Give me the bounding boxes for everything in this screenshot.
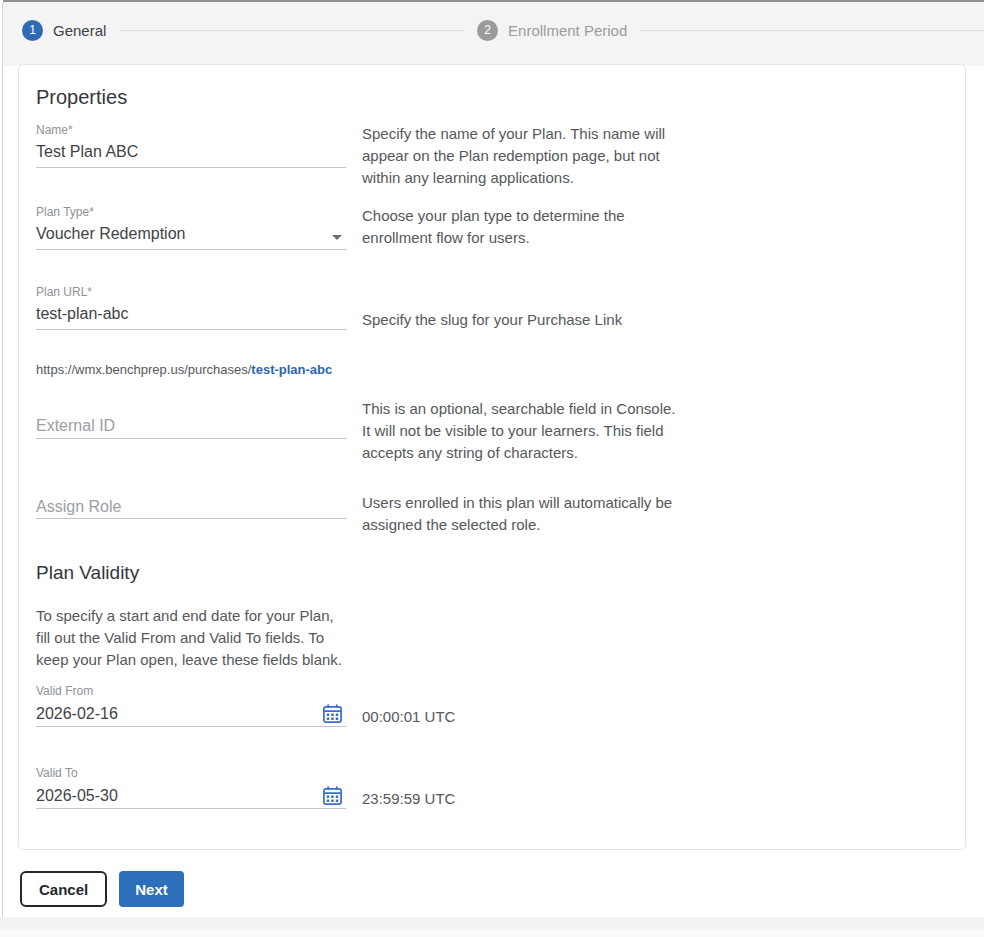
left-border <box>2 2 3 917</box>
stepper-connector <box>120 30 463 31</box>
wizard-stepper: 1 General 2 Enrollment Period <box>3 0 984 66</box>
name-label: Name* <box>36 123 346 137</box>
plan-type-field-row: Plan Type* Voucher Redemption Choose you… <box>36 205 948 250</box>
plan-type-help-text: Choose your plan type to determine the e… <box>362 205 664 250</box>
valid-to-field-row: Valid To 2026-05-30 23:59:59 UTC <box>36 766 948 809</box>
step-2-badge: 2 <box>477 20 498 41</box>
calendar-icon[interactable] <box>322 703 343 724</box>
valid-to-label: Valid To <box>36 766 346 780</box>
valid-to-time: 23:59:59 UTC <box>362 766 455 809</box>
step-1-label: General <box>53 22 106 39</box>
step-enrollment-period[interactable]: 2 Enrollment Period <box>477 20 627 41</box>
assign-role-input[interactable]: Assign Role <box>36 497 346 519</box>
next-button[interactable]: Next <box>119 871 184 907</box>
form-actions: Cancel Next <box>20 871 984 907</box>
plan-url-help-text: Specify the slug for your Purchase Link <box>362 285 664 331</box>
cancel-button[interactable]: Cancel <box>20 871 107 907</box>
valid-to-input[interactable]: 2026-05-30 <box>36 785 346 809</box>
name-input[interactable]: Test Plan ABC <box>36 141 346 168</box>
step-1-badge: 1 <box>22 20 43 41</box>
purchase-link-preview: https://wmx.benchprep.us/purchases/test-… <box>36 362 948 377</box>
calendar-icon[interactable] <box>322 785 343 806</box>
plan-type-label: Plan Type* <box>36 205 346 219</box>
step-general[interactable]: 1 General <box>22 20 106 41</box>
valid-from-field-row: Valid From 2026-02-16 00:00:01 UTC <box>36 684 948 727</box>
stepper-connector <box>641 30 984 31</box>
assign-role-help-text: Users enrolled in this plan will automat… <box>362 492 664 536</box>
external-id-field-row: External ID This is an optional, searcha… <box>36 398 948 464</box>
valid-from-time: 00:00:01 UTC <box>362 684 455 727</box>
footer-band <box>0 917 984 937</box>
name-field-row: Name* Test Plan ABC Specify the name of … <box>36 123 948 189</box>
plan-url-label: Plan URL* <box>36 285 346 299</box>
assign-role-field-row: Assign Role Users enrolled in this plan … <box>36 492 948 536</box>
step-2-label: Enrollment Period <box>508 22 627 39</box>
external-id-input[interactable]: External ID <box>36 415 346 439</box>
name-help-text: Specify the name of your Plan. This name… <box>362 123 664 189</box>
general-form-card: Properties Name* Test Plan ABC Specify t… <box>18 64 966 850</box>
properties-heading: Properties <box>36 86 948 109</box>
plan-validity-heading: Plan Validity <box>36 562 948 584</box>
plan-type-select[interactable]: Voucher Redemption <box>36 223 346 250</box>
valid-from-input[interactable]: 2026-02-16 <box>36 703 346 727</box>
plan-url-input[interactable]: test-plan-abc <box>36 303 346 330</box>
chevron-down-icon <box>332 235 342 240</box>
plan-url-field-row: Plan URL* test-plan-abc Specify the slug… <box>36 285 948 331</box>
purchase-link-prefix: https://wmx.benchprep.us/purchases/ <box>36 362 251 377</box>
external-id-help-text: This is an optional, searchable field in… <box>362 398 664 464</box>
purchase-link-slug[interactable]: test-plan-abc <box>251 362 332 377</box>
valid-from-label: Valid From <box>36 684 346 698</box>
plan-validity-description: To specify a start and end date for your… <box>36 605 346 671</box>
